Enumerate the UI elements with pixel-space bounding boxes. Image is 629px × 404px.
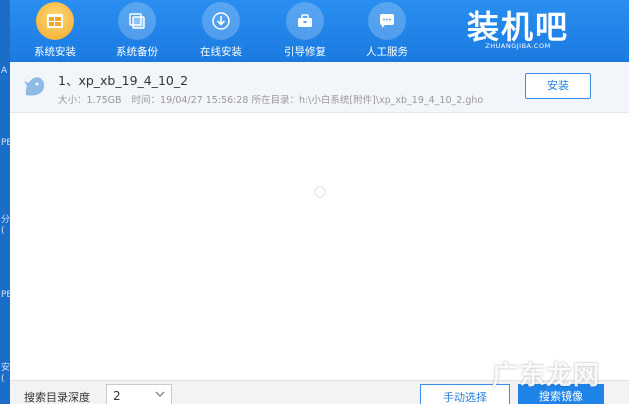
watermark: 广东龙网 [492,355,622,391]
watermark-text: 广东龙网 [492,361,601,391]
edge-char: 分 [1,215,11,225]
chat-icon [368,2,406,40]
nav-label: 人工服务 [366,46,408,58]
nav-system-backup[interactable]: 系统备份 [106,0,168,62]
nav-manual-service[interactable]: 人工服务 [356,0,418,62]
image-title: 1、xp_xb_19_4_10_2 [58,73,189,88]
loading-spinner-icon [314,186,326,198]
image-meta: 大小：1.75GB 时间：19/04/27 15:56:28 所在目录：h:\小白… [58,92,483,106]
nav-label: 在线安装 [200,46,242,58]
edge-char: ( [1,226,5,236]
ghost-image-icon [22,73,48,99]
image-list-panel: 1、xp_xb_19_4_10_2 大小：1.75GB 时间：19/04/27 1… [10,62,629,380]
nav-label: 引导修复 [284,46,326,58]
image-time: 时间：19/04/27 15:56:28 [131,95,249,106]
chevron-down-icon [155,391,165,397]
download-icon [202,2,240,40]
install-button[interactable]: 安装 [525,73,591,99]
windows-install-icon [36,2,74,40]
nav-label: 系统安装 [34,46,76,58]
desktop-edge: A PE 分 ( PE 安 ( [0,0,12,404]
nav-online-install[interactable]: 在线安装 [190,0,252,62]
list-item[interactable]: 1、xp_xb_19_4_10_2 大小：1.75GB 时间：19/04/27 1… [10,62,629,113]
top-navigation-bar: 系统安装 系统备份 在线安装 引导修复 人工服务 装机吧 ZHUANGJIBA.… [10,0,629,62]
edge-char: ( [1,374,5,384]
edge-char: A [1,66,8,76]
image-size: 大小：1.75GB [58,95,122,106]
image-path: 所在目录：h:\小白系统[附件]\xp_xb_19_4_10_2.gho [251,95,484,106]
app-window: A PE 分 ( PE 安 ( 系统安装 系统备份 在线安装 引导修复 人工服务… [0,0,629,404]
nav-label: 系统备份 [116,46,158,58]
search-depth-value: 2 [113,389,121,403]
toolbox-icon [286,2,324,40]
nav-system-install[interactable]: 系统安装 [24,0,86,62]
edge-char: 安 [1,363,11,373]
nav-boot-repair[interactable]: 引导修复 [274,0,336,62]
search-depth-select[interactable]: 2 [106,384,172,404]
search-depth-label: 搜索目录深度 [24,391,90,404]
brand-logo: 装机吧 ZHUANGJIBA.COM [458,2,578,58]
logo-subtitle: ZHUANGJIBA.COM [485,42,551,50]
backup-icon [118,2,156,40]
